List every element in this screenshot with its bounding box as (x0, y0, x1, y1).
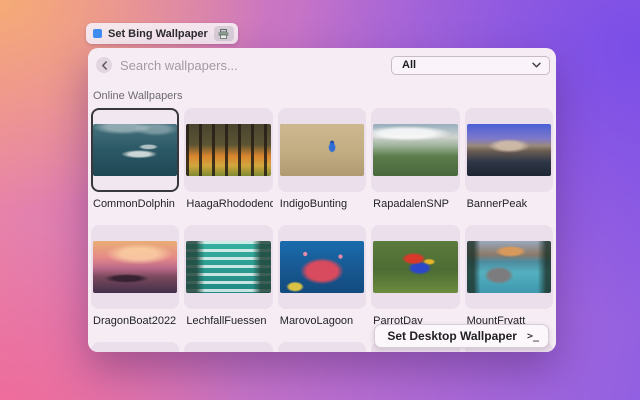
wallpaper-cell (184, 342, 272, 352)
wallpaper-row-2: DragonBoat2022 LechfallFuessen MarovoLag… (91, 225, 553, 327)
wallpaper-cell: ParrotDay (371, 225, 459, 327)
wallpaper-cell: IndigoBunting (278, 108, 366, 210)
app-icon (93, 29, 102, 38)
wallpaper-cell (91, 342, 179, 352)
wallpaper-thumb (373, 124, 457, 176)
section-heading: Online Wallpapers (93, 90, 556, 102)
wallpaper-label: RapadalenSNP (373, 198, 459, 210)
printer-icon (218, 29, 229, 39)
wallpaper-cell: MountFryatt (465, 225, 553, 327)
wallpaper-cell: CommonDolphin (91, 108, 179, 210)
wallpaper-tile[interactable] (465, 108, 553, 192)
wallpaper-label: LechfallFuessen (186, 315, 272, 327)
back-button[interactable] (96, 57, 112, 73)
wallpaper-label: BannerPeak (467, 198, 553, 210)
wallpaper-label: HaagaRhododendron (186, 198, 272, 210)
wallpaper-label: DragonBoat2022 (93, 315, 179, 327)
wallpaper-tile[interactable] (278, 225, 366, 309)
wallpaper-cell: DragonBoat2022 (91, 225, 179, 327)
wallpaper-cell: HaagaRhododendron (184, 108, 272, 210)
wallpaper-grid: CommonDolphin HaagaRhododendron IndigoBu… (88, 108, 556, 352)
set-desktop-wallpaper-button[interactable]: Set Desktop Wallpaper >_ (374, 324, 549, 348)
wallpaper-tile[interactable] (184, 108, 272, 192)
wallpaper-thumb (280, 241, 364, 293)
print-button[interactable] (214, 26, 234, 41)
wallpaper-thumb (93, 124, 177, 176)
wallpaper-row-1: CommonDolphin HaagaRhododendron IndigoBu… (91, 108, 553, 210)
app-title: Set Bing Wallpaper (108, 28, 208, 40)
wallpaper-tile[interactable] (184, 342, 272, 352)
wallpaper-tile[interactable] (278, 108, 366, 192)
wallpaper-cell: LechfallFuessen (184, 225, 272, 327)
chevron-down-icon (532, 62, 541, 68)
wallpaper-thumb (280, 124, 364, 176)
wallpaper-tile[interactable] (278, 342, 366, 352)
window-title-pill[interactable]: Set Bing Wallpaper (86, 23, 238, 44)
chevron-left-icon (101, 61, 108, 70)
wallpaper-cell (278, 342, 366, 352)
wallpaper-thumb (186, 124, 270, 176)
search-input[interactable] (112, 58, 391, 73)
wallpaper-tile[interactable] (91, 225, 179, 309)
wallpaper-cell: BannerPeak (465, 108, 553, 210)
wallpaper-tile[interactable] (371, 108, 459, 192)
set-button-label: Set Desktop Wallpaper (387, 329, 517, 343)
wallpaper-thumb (467, 241, 551, 293)
wallpaper-cell: RapadalenSNP (371, 108, 459, 210)
wallpaper-thumb (93, 241, 177, 293)
wallpaper-tile[interactable] (465, 225, 553, 309)
wallpaper-tile[interactable] (91, 342, 179, 352)
wallpaper-thumb (467, 124, 551, 176)
terminal-icon: >_ (527, 331, 539, 342)
wallpaper-cell: MarovoLagoon (278, 225, 366, 327)
filter-selected-value: All (402, 59, 416, 71)
wallpaper-label: CommonDolphin (93, 198, 179, 210)
wallpaper-label: IndigoBunting (280, 198, 366, 210)
wallpaper-thumb (373, 241, 457, 293)
wallpaper-tile[interactable] (184, 225, 272, 309)
filter-dropdown[interactable]: All (391, 56, 550, 75)
wallpaper-window: All Online Wallpapers CommonDolphin Haag… (88, 48, 556, 352)
wallpaper-thumb (186, 241, 270, 293)
wallpaper-label: MarovoLagoon (280, 315, 366, 327)
wallpaper-tile[interactable] (371, 225, 459, 309)
window-header: All (88, 48, 556, 82)
wallpaper-tile[interactable] (91, 108, 179, 192)
